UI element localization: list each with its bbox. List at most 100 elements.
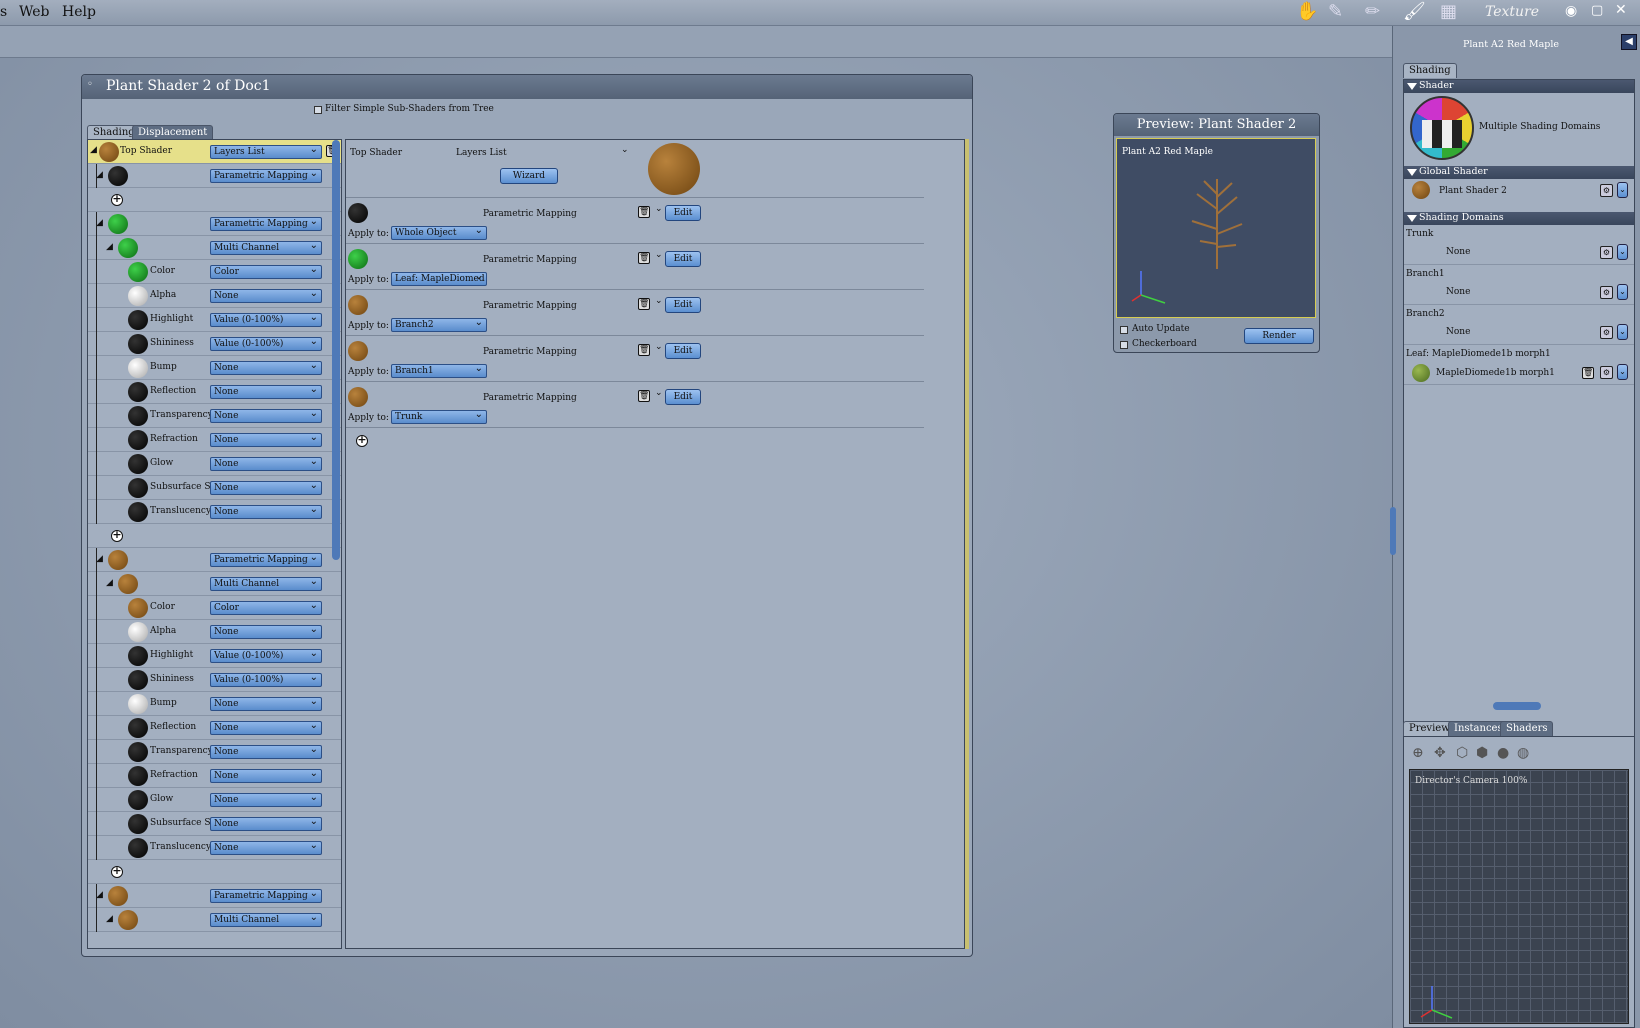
close-icon[interactable]: ✕	[1615, 2, 1627, 18]
chevron-down-icon[interactable]: ⌄	[1617, 182, 1628, 198]
node-type-dropdown[interactable]: None	[210, 769, 322, 783]
render-button[interactable]: Render	[1244, 328, 1314, 344]
tree-top-shader-row[interactable]: ◢ Top Shader Layers List 🗑	[88, 140, 341, 164]
panel-back-icon[interactable]: ◀	[1621, 34, 1637, 50]
sphere-icon[interactable]: ●	[1497, 745, 1509, 761]
node-type-dropdown[interactable]: Parametric Mapping	[210, 889, 322, 903]
tree-row[interactable]: Color Color	[88, 260, 341, 284]
tree-row[interactable]: Translucency None	[88, 836, 341, 860]
edit-button[interactable]: Edit	[665, 389, 701, 405]
node-type-dropdown[interactable]: None	[210, 793, 322, 807]
collapse-icon[interactable]: ◢	[96, 890, 103, 900]
window-close-icon[interactable]: ◦	[87, 79, 93, 90]
menu-help[interactable]: Help	[62, 4, 96, 20]
brush-tool-icon[interactable]: 🖌	[1403, 1, 1426, 22]
shading-domain-row[interactable]: Leaf: MapleDiomede1b morph1 MapleDiomede1…	[1404, 347, 1634, 385]
shading-domains-header[interactable]: Shading Domains	[1404, 212, 1634, 225]
node-type-dropdown[interactable]: Value (0-100%)	[210, 673, 322, 687]
hand-tool-icon[interactable]: ✋	[1296, 1, 1318, 22]
node-type-dropdown[interactable]: None	[210, 433, 322, 447]
sculpt-tool-icon[interactable]: ✎	[1328, 1, 1343, 22]
pencil-tool-icon[interactable]: ✏	[1365, 1, 1380, 22]
tree-row[interactable]: Refraction None	[88, 764, 341, 788]
node-type-dropdown[interactable]: None	[210, 361, 322, 375]
apply-to-dropdown[interactable]: Trunk	[391, 410, 487, 424]
collapse-icon[interactable]: ◢	[106, 578, 113, 588]
scene-viewport[interactable]: Director's Camera 100%	[1409, 769, 1629, 1024]
wizard-button[interactable]: Wizard	[500, 168, 558, 184]
node-type-dropdown[interactable]: Multi Channel	[210, 241, 322, 255]
chevron-down-icon[interactable]: ⌄	[655, 296, 663, 306]
shader-section-header[interactable]: Shader	[1404, 80, 1634, 93]
apply-to-dropdown[interactable]: Whole Object	[391, 226, 487, 240]
tree-row[interactable]: Highlight Value (0-100%)	[88, 308, 341, 332]
tree-row[interactable]: Reflection None	[88, 380, 341, 404]
tree-row[interactable]: Shininess Value (0-100%)	[88, 668, 341, 692]
chevron-down-icon[interactable]: ⌄	[1617, 364, 1628, 380]
node-type-dropdown[interactable]: Value (0-100%)	[210, 313, 322, 327]
window-titlebar[interactable]: ◦ Plant Shader 2 of Doc1	[82, 75, 972, 99]
chevron-down-icon[interactable]: ⌄	[1617, 244, 1628, 260]
apply-to-dropdown[interactable]: Leaf: MapleDiomed	[391, 272, 487, 286]
trash-icon[interactable]: 🗑	[638, 206, 650, 218]
layer-row[interactable]: Parametric Mapping 🗑 ⌄ Edit Apply to: Branch2	[346, 290, 924, 336]
add-node-icon[interactable]: +	[111, 865, 123, 878]
node-type-dropdown[interactable]: Value (0-100%)	[210, 337, 322, 351]
tree-row[interactable]: ◢ Parametric Mapping	[88, 212, 341, 236]
tree-row[interactable]: Color Color	[88, 596, 341, 620]
add-node-icon[interactable]: +	[111, 529, 123, 542]
auto-update-checkbox[interactable]	[1120, 326, 1128, 334]
textured-sphere-icon[interactable]: ◍	[1517, 745, 1529, 761]
chevron-down-icon[interactable]: ⌄	[655, 342, 663, 352]
node-type-dropdown[interactable]: None	[210, 745, 322, 759]
cube-icon[interactable]: ⬡	[1456, 745, 1468, 761]
trash-icon[interactable]: 🗑	[638, 298, 650, 310]
panel-resize-handle[interactable]	[1390, 507, 1396, 555]
layer-row[interactable]: Parametric Mapping 🗑 ⌄ Edit Apply to: Branch1	[346, 336, 924, 382]
tree-row[interactable]: Translucency None	[88, 500, 341, 524]
tree-row[interactable]: Highlight Value (0-100%)	[88, 644, 341, 668]
shading-domain-row[interactable]: Branch1 None ⚙ ⌄	[1404, 267, 1634, 305]
chevron-down-icon[interactable]: ⌄	[655, 250, 663, 260]
node-type-dropdown[interactable]: None	[210, 721, 322, 735]
film-tool-icon[interactable]: ▦	[1440, 1, 1457, 22]
tab-right-shading[interactable]: Shading	[1403, 63, 1457, 78]
tree-row[interactable]: ◢ Parametric Mapping	[88, 164, 341, 188]
edit-button[interactable]: Edit	[665, 297, 701, 313]
chevron-down-icon[interactable]: ⌄	[1617, 324, 1628, 340]
add-layer-icon[interactable]: +	[356, 434, 368, 447]
checkerboard-checkbox[interactable]	[1120, 341, 1128, 349]
trash-icon[interactable]: 🗑	[638, 390, 650, 402]
tree-row[interactable]: Shininess Value (0-100%)	[88, 332, 341, 356]
layer-row[interactable]: Parametric Mapping 🗑 ⌄ Edit Apply to: Leaf: M…	[346, 244, 924, 290]
tree-row[interactable]: Subsurface Scat None	[88, 476, 341, 500]
node-type-dropdown[interactable]: Parametric Mapping	[210, 169, 322, 183]
box-icon[interactable]: ⬢	[1476, 745, 1488, 761]
tree-row[interactable]: Bump None	[88, 692, 341, 716]
tree-row[interactable]: Glow None	[88, 452, 341, 476]
node-type-dropdown[interactable]: Parametric Mapping	[210, 553, 322, 567]
settings-icon[interactable]: ⚙	[1600, 366, 1613, 379]
chevron-down-icon[interactable]: ⌄	[1617, 284, 1628, 300]
node-type-dropdown[interactable]: None	[210, 841, 322, 855]
layer-row[interactable]: Parametric Mapping 🗑 ⌄ Edit Apply to: Whole O…	[346, 198, 924, 244]
apply-to-dropdown[interactable]: Branch1	[391, 364, 487, 378]
shading-domain-row[interactable]: Branch2 None ⚙ ⌄	[1404, 307, 1634, 345]
apply-to-dropdown[interactable]: Branch2	[391, 318, 487, 332]
tree-scrollbar[interactable]	[332, 140, 340, 560]
tree-row[interactable]: ◢ Multi Channel	[88, 572, 341, 596]
edit-button[interactable]: Edit	[665, 343, 701, 359]
menu-item-partial[interactable]: s	[0, 4, 7, 20]
tree-row[interactable]: ◢ Parametric Mapping	[88, 884, 341, 908]
tab-shaders[interactable]: Shaders	[1500, 721, 1554, 736]
global-shader-header[interactable]: Global Shader	[1404, 166, 1634, 179]
tree-row[interactable]: Reflection None	[88, 716, 341, 740]
tree-row[interactable]: Bump None	[88, 356, 341, 380]
settings-icon[interactable]: ⚙	[1600, 184, 1613, 197]
tree-row[interactable]: Transparency None	[88, 740, 341, 764]
tree-row[interactable]: Transparency None	[88, 404, 341, 428]
tree-row[interactable]: Refraction None	[88, 428, 341, 452]
collapse-icon[interactable]: ◢	[106, 242, 113, 252]
collapse-icon[interactable]: ◢	[96, 170, 103, 180]
panel-splitter[interactable]	[1493, 702, 1541, 710]
